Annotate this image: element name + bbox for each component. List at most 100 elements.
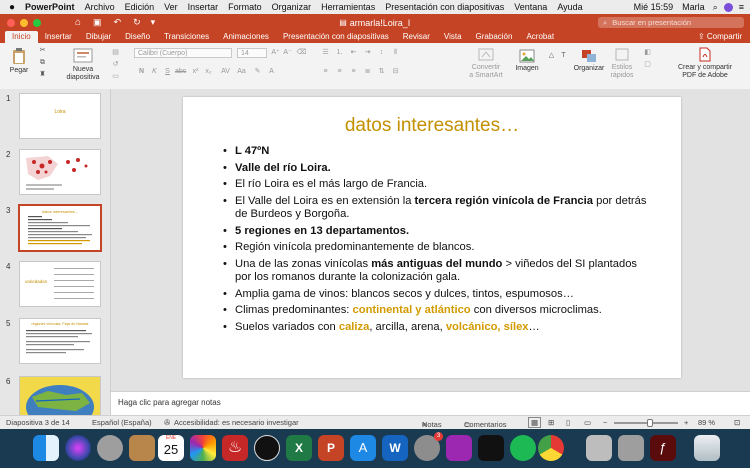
reading-view-icon[interactable]: ▯ — [566, 418, 570, 427]
paste-button[interactable]: Pegar — [7, 48, 31, 75]
image-button[interactable]: Imagen — [512, 49, 542, 73]
slide-thumbnail-1[interactable]: Loira — [19, 93, 101, 139]
zoom-in-icon[interactable]: + — [684, 418, 688, 427]
tab-grabacion[interactable]: Grabación — [469, 31, 520, 43]
apple-tv-icon[interactable] — [478, 435, 504, 461]
copy-icon[interactable]: ⧉ — [37, 58, 48, 67]
align-right-icon[interactable]: ≡ — [348, 67, 359, 76]
trash-icon[interactable] — [694, 435, 720, 461]
numbering-icon[interactable]: ⒈ — [334, 48, 345, 57]
notes-app-icon[interactable] — [129, 435, 155, 461]
zoom-out-icon[interactable]: − — [603, 418, 607, 427]
sorter-view-icon[interactable]: ⊞ — [548, 418, 554, 427]
acrobat-icon[interactable]: ♨ — [222, 435, 248, 461]
align-text-icon[interactable]: ⊟ — [390, 67, 401, 76]
underline-icon[interactable]: S — [162, 67, 173, 76]
text-box-icon[interactable]: T — [558, 51, 569, 60]
italic-icon[interactable]: K — [149, 67, 160, 76]
redo-icon[interactable]: ↻ — [133, 17, 141, 28]
menu-herramientas[interactable]: Herramientas — [321, 2, 375, 12]
word-icon[interactable]: W — [382, 435, 408, 461]
tab-presentacion[interactable]: Presentación con diapositivas — [276, 31, 396, 43]
increase-indent-icon[interactable]: ⇥ — [362, 48, 373, 57]
language-status[interactable]: Español (España) — [92, 418, 152, 427]
bullet-item[interactable]: Climas predominantes: continental y atlá… — [223, 304, 653, 318]
chrome-icon[interactable] — [538, 435, 564, 461]
slide-bullet-list[interactable]: L 47ºN Valle del río Loira. El río Loira e… — [223, 145, 653, 337]
search-presentation-field[interactable]: ⌕ Buscar en presentación — [598, 17, 744, 28]
decrease-indent-icon[interactable]: ⇤ — [348, 48, 359, 57]
bullet-item[interactable]: 5 regiones en 13 departamentos. — [223, 225, 653, 239]
menu-ver[interactable]: Ver — [164, 2, 178, 12]
menu-organizar[interactable]: Organizar — [272, 2, 312, 12]
flash-player-icon[interactable]: ƒ — [650, 435, 676, 461]
save-icon[interactable]: ▣ — [93, 17, 102, 28]
undo-icon[interactable]: ↶ — [114, 17, 122, 28]
shape-fill-icon[interactable]: ◧ — [642, 48, 653, 57]
home-icon[interactable]: ⌂ — [75, 17, 81, 28]
font-name-select[interactable]: Calibri (Cuerpo) — [134, 48, 232, 58]
preview-icon[interactable] — [586, 435, 612, 461]
bullet-item[interactable]: Región vinícola predominantemente de bla… — [223, 241, 653, 255]
menu-formato[interactable]: Formato — [228, 2, 262, 12]
minimize-window-button[interactable] — [20, 18, 28, 27]
aperture-app-icon[interactable] — [254, 435, 280, 461]
spotify-icon[interactable] — [510, 435, 536, 461]
new-slide-button[interactable]: Nueva diapositiva — [62, 48, 104, 82]
cut-icon[interactable]: ✂ — [37, 46, 48, 55]
user-name[interactable]: Marla — [682, 2, 705, 12]
align-center-icon[interactable]: ≡ — [334, 67, 345, 76]
calendar-icon[interactable]: ENE 25 — [158, 435, 184, 461]
system-preferences-icon[interactable]: 3 — [414, 432, 443, 461]
tab-diseno[interactable]: Diseño — [118, 31, 157, 43]
siri-icon[interactable] — [723, 2, 733, 12]
bullets-icon[interactable]: ☰ — [320, 48, 331, 57]
shape-outline-icon[interactable]: ▢ — [642, 60, 653, 69]
line-spacing-icon[interactable]: ↕ — [376, 48, 387, 57]
normal-view-icon[interactable]: ▦ — [528, 417, 542, 428]
bullet-item[interactable]: L 47ºN — [223, 145, 653, 159]
close-window-button[interactable] — [7, 18, 15, 27]
zoom-level[interactable]: 89 % — [698, 418, 715, 427]
control-center-icon[interactable]: ≡ — [739, 2, 744, 12]
tab-revisar[interactable]: Revisar — [396, 31, 437, 43]
finder-icon[interactable] — [33, 435, 59, 461]
launchpad-icon[interactable] — [97, 435, 123, 461]
excel-icon[interactable]: X — [286, 435, 312, 461]
menu-ventana[interactable]: Ventana — [514, 2, 547, 12]
zoom-window-button[interactable] — [33, 18, 41, 27]
notes-pane[interactable]: Haga clic para agregar notas — [111, 391, 750, 415]
zoom-slider[interactable] — [614, 419, 678, 427]
strikethrough-icon[interactable]: abc — [175, 67, 186, 76]
layout-icon[interactable]: ▤ — [110, 48, 121, 57]
bullet-item[interactable]: El río Loira es el más largo de Francia. — [223, 178, 653, 192]
fit-slide-icon[interactable]: ⊡ — [734, 418, 740, 427]
zoom-slider-thumb[interactable] — [647, 419, 653, 427]
slide-thumbnail-6[interactable] — [19, 376, 101, 415]
slide-title[interactable]: datos interesantes… — [183, 115, 681, 137]
font-color-icon[interactable]: A — [266, 67, 277, 76]
bullet-item[interactable]: Una de las zonas vinícolas más antiguas … — [223, 258, 653, 285]
slide-thumbnail-5[interactable]: regiones vinícolas: Pays de Nantais — [19, 318, 101, 364]
justify-icon[interactable]: ≣ — [362, 67, 373, 76]
text-direction-icon[interactable]: ⇅ — [376, 67, 387, 76]
disk-utility-icon[interactable] — [618, 435, 644, 461]
columns-icon[interactable]: ⫴ — [390, 48, 401, 57]
current-slide[interactable]: datos interesantes… L 47ºN Valle del río … — [183, 97, 681, 378]
decrease-font-icon[interactable]: A⁻ — [282, 48, 293, 57]
bullet-item[interactable]: Valle del río Loira. — [223, 162, 653, 176]
podcasts-icon[interactable] — [446, 435, 472, 461]
slide-thumbnail-4[interactable]: variedades — [19, 261, 101, 307]
reset-icon[interactable]: ↺ — [110, 60, 121, 69]
bullet-item[interactable]: El Valle del Loira es en extensión la te… — [223, 195, 653, 222]
bullet-item[interactable]: Amplia gama de vinos: blancos secos y du… — [223, 288, 653, 302]
change-case-icon[interactable]: Aa — [236, 67, 247, 76]
apple-icon[interactable]: ● — [9, 2, 15, 13]
increase-font-icon[interactable]: A⁺ — [270, 48, 281, 57]
clock[interactable]: Mié 15:59 — [634, 2, 674, 12]
tab-animaciones[interactable]: Animaciones — [216, 31, 276, 43]
bold-icon[interactable]: N — [136, 67, 147, 76]
tab-acrobat[interactable]: Acrobat — [519, 31, 561, 43]
bullet-item[interactable]: Suelos variados con caliza, arcilla, are… — [223, 321, 653, 335]
tab-insertar[interactable]: Insertar — [38, 31, 79, 43]
